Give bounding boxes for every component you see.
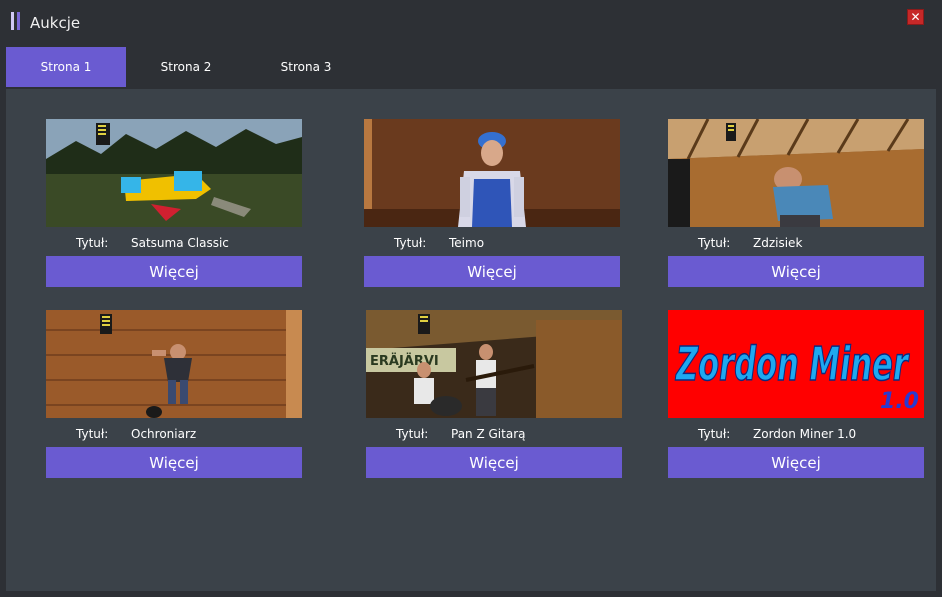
close-button[interactable]: ✕ <box>907 9 924 25</box>
auction-title: Pan Z Gitarą <box>451 427 526 441</box>
zordon-logo-text: Zordon Miner <box>675 337 911 391</box>
page-tabs: Strona 1 Strona 2 Strona 3 <box>6 47 936 87</box>
zordon-logo-badge: 1.0 <box>880 389 919 414</box>
window-title: Aukcje <box>30 14 81 32</box>
close-icon: ✕ <box>910 10 921 24</box>
title-label: Tytuł: <box>394 236 427 250</box>
auction-title-row: Tytuł: Satsuma Classic <box>46 236 302 252</box>
auction-title-row: Tytuł: Teimo <box>364 236 620 252</box>
more-button[interactable]: Więcej <box>46 256 302 287</box>
auction-title-row: Tytuł: Ochroniarz <box>46 427 302 443</box>
auction-title-row: Tytuł: Zordon Miner 1.0 <box>668 427 924 443</box>
auction-title: Zordon Miner 1.0 <box>753 427 857 441</box>
more-button[interactable]: Więcej <box>668 447 924 478</box>
auction-title: Satsuma Classic <box>131 236 229 250</box>
auction-image[interactable]: ERÄJÄRVI <box>366 310 622 418</box>
more-button[interactable]: Więcej <box>366 447 622 478</box>
auction-image[interactable]: Zordon Miner 1.0 <box>668 310 924 418</box>
title-label: Tytuł: <box>698 427 731 441</box>
auction-image[interactable] <box>364 119 620 227</box>
tab-strona-3[interactable]: Strona 3 <box>246 47 366 87</box>
title-label: Tytuł: <box>76 427 109 441</box>
title-label: Tytuł: <box>76 236 109 250</box>
title-bar: Aukcje ✕ <box>0 0 942 44</box>
auction-title: Zdzisiek <box>753 236 803 250</box>
auction-window: Aukcje ✕ Strona 1 Strona 2 Strona 3 Tytu… <box>0 0 942 597</box>
app-logo-icon <box>11 12 21 30</box>
auction-title: Teimo <box>449 236 485 250</box>
more-button[interactable]: Więcej <box>46 447 302 478</box>
auction-image[interactable] <box>46 310 302 418</box>
auction-grid: Tytuł: Satsuma Classic Więcej Tytuł: Tei… <box>6 89 936 591</box>
auction-title-row: Tytuł: Pan Z Gitarą <box>366 427 622 443</box>
auction-image[interactable] <box>46 119 302 227</box>
auction-image[interactable] <box>668 119 924 227</box>
more-button[interactable]: Więcej <box>364 256 620 287</box>
title-label: Tytuł: <box>698 236 731 250</box>
title-label: Tytuł: <box>396 427 429 441</box>
tab-strona-1[interactable]: Strona 1 <box>6 47 126 87</box>
more-button[interactable]: Więcej <box>668 256 924 287</box>
tab-strona-2[interactable]: Strona 2 <box>126 47 246 87</box>
auction-title-row: Tytuł: Zdzisiek <box>668 236 924 252</box>
auction-title: Ochroniarz <box>131 427 197 441</box>
